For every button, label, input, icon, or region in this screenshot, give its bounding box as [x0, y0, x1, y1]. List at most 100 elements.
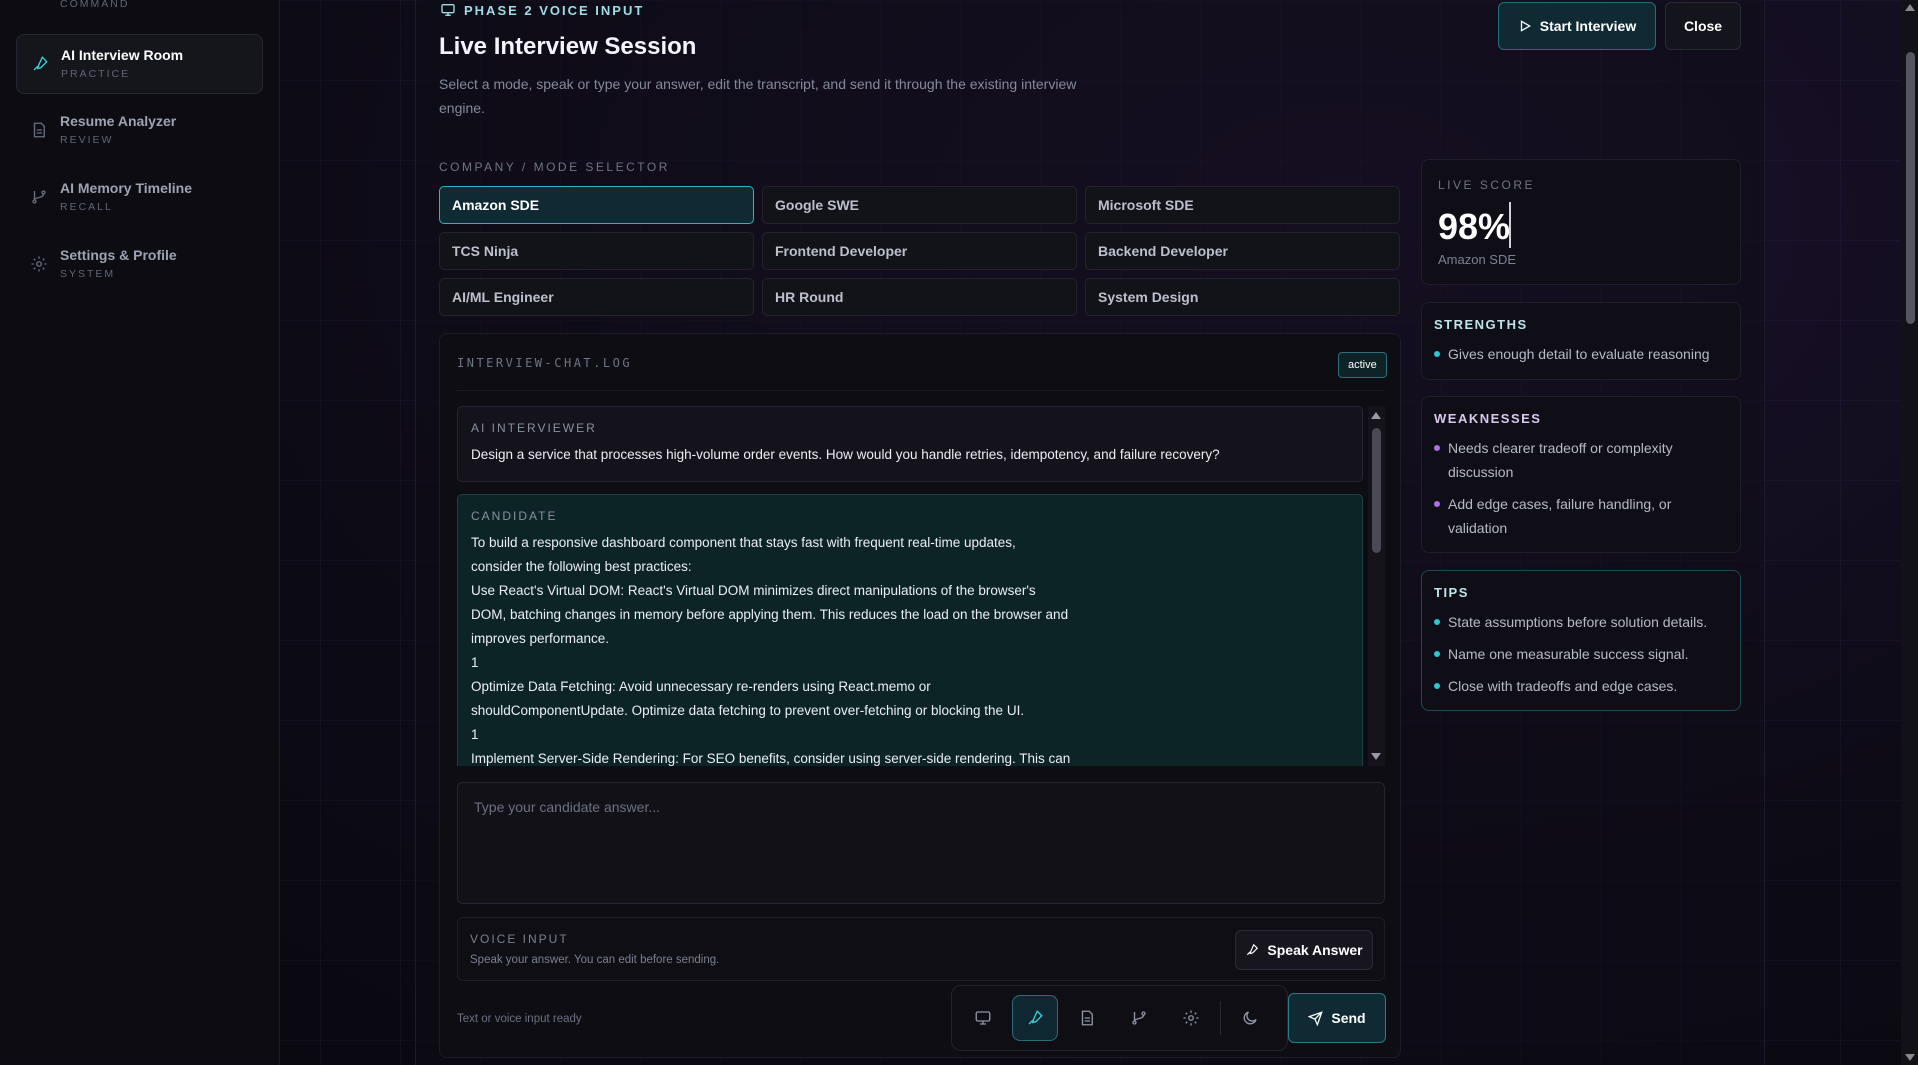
status-badge: active [1338, 352, 1387, 378]
mode-option-tcs-ninja[interactable]: TCS Ninja [439, 232, 754, 270]
chat-scroll-thumb[interactable] [1372, 428, 1381, 553]
interview-chat-panel: INTERVIEW-CHAT.LOG active AI INTERVIEWER… [439, 333, 1401, 1058]
send-icon [1308, 1010, 1324, 1026]
chat-log-title: INTERVIEW-CHAT.LOG [457, 356, 633, 370]
message-role: CANDIDATE [471, 509, 558, 523]
sidebar-item-label: Resume Analyzer [60, 113, 177, 129]
mode-option-hr-round[interactable]: HR Round [762, 278, 1077, 316]
microphone-icon [1247, 943, 1259, 956]
app-root: COMMAND AI Interview Room PRACTICE Resum… [0, 0, 1918, 1065]
mode-option-frontend-developer[interactable]: Frontend Developer [762, 232, 1077, 270]
mode-option-google-swe[interactable]: Google SWE [762, 186, 1077, 224]
voice-input-title: VOICE INPUT [470, 932, 569, 946]
live-score-card: LIVE SCORE 98% Amazon SDE [1421, 159, 1741, 285]
page-scroll-thumb[interactable] [1906, 52, 1915, 324]
dock-theme-button[interactable] [1227, 995, 1273, 1041]
mode-option-backend-developer[interactable]: Backend Developer [1085, 232, 1400, 270]
sidebar-item-sub: RECALL [60, 201, 113, 213]
mode-option-system-design[interactable]: System Design [1085, 278, 1400, 316]
sidebar-item-label: AI Interview Room [61, 47, 184, 63]
scroll-down-icon[interactable] [1371, 753, 1381, 760]
live-score-mode: Amazon SDE [1438, 252, 1517, 267]
mode-option-microsoft-sde[interactable]: Microsoft SDE [1085, 186, 1400, 224]
dock-document-button[interactable] [1064, 995, 1110, 1041]
sidebar-item-ai-interview-room[interactable]: AI Interview Room PRACTICE [16, 34, 263, 94]
document-icon [1081, 1010, 1093, 1026]
weaknesses-card: WEAKNESSES Needs clearer tradeoff or com… [1421, 396, 1741, 553]
sidebar-item-sub: PRACTICE [61, 68, 131, 80]
phase-text: PHASE 2 VOICE INPUT [464, 2, 645, 18]
strengths-title: STRENGTHS [1434, 317, 1528, 332]
page-title: Live Interview Session [439, 33, 697, 60]
page-scrollbar[interactable] [1901, 0, 1918, 1065]
sidebar-item-resume-analyzer[interactable]: Resume Analyzer REVIEW [16, 101, 263, 161]
chat-divider [457, 390, 1385, 391]
close-button[interactable]: Close [1665, 2, 1741, 50]
mode-selector-label: COMPANY / MODE SELECTOR [439, 160, 670, 174]
microphone-icon [33, 56, 48, 71]
start-interview-button[interactable]: Start Interview [1498, 2, 1656, 50]
weaknesses-title: WEAKNESSES [1434, 411, 1542, 426]
sidebar-item-label: Settings & Profile [60, 247, 177, 263]
monitor-icon [441, 3, 455, 16]
tips-title: TIPS [1434, 585, 1469, 600]
sidebar-item-settings-profile[interactable]: Settings & Profile SYSTEM [16, 235, 263, 295]
gear-icon [31, 256, 47, 272]
start-interview-label: Start Interview [1539, 18, 1637, 34]
send-button[interactable]: Send [1288, 993, 1386, 1043]
sidebar-item-sub: SYSTEM [60, 268, 116, 280]
chat-log[interactable]: AI INTERVIEWER Design a service that pro… [457, 406, 1363, 766]
monitor-icon [975, 1011, 991, 1025]
microphone-icon [1028, 1010, 1043, 1025]
strengths-list: Gives enough detail to evaluate reasonin… [1434, 342, 1728, 366]
live-score-label: LIVE SCORE [1438, 178, 1536, 192]
input-status-text: Text or voice input ready [457, 1013, 582, 1025]
scroll-down-icon[interactable] [1905, 1054, 1915, 1061]
play-icon [1520, 20, 1531, 32]
tips-card: TIPS State assumptions before solution d… [1421, 570, 1741, 711]
message-role: AI INTERVIEWER [471, 421, 597, 435]
send-label: Send [1331, 1010, 1366, 1026]
git-branch-icon [32, 190, 46, 204]
chat-scrollbar[interactable] [1368, 406, 1385, 766]
dock-git-branch-button[interactable] [1116, 995, 1162, 1041]
strengths-card: STRENGTHS Gives enough detail to evaluat… [1421, 302, 1741, 380]
message-ai-interviewer: AI INTERVIEWER Design a service that pro… [457, 406, 1363, 482]
weaknesses-list: Needs clearer tradeoff or complexity dis… [1434, 436, 1728, 540]
sidebar-item-label: AI Memory Timeline [60, 180, 193, 196]
dock-separator [1220, 1001, 1221, 1035]
scroll-up-icon[interactable] [1905, 4, 1915, 11]
git-branch-icon [1132, 1011, 1146, 1025]
speak-answer-label: Speak Answer [1267, 942, 1363, 958]
message-candidate: CANDIDATE To build a responsive dashboar… [457, 494, 1363, 766]
list-item: Needs clearer tradeoff or complexity dis… [1434, 436, 1728, 484]
sidebar-item-command[interactable]: COMMAND [16, 0, 263, 24]
list-item: Gives enough detail to evaluate reasonin… [1434, 342, 1728, 366]
scroll-up-icon[interactable] [1371, 412, 1381, 419]
mode-option-ai-ml-engineer[interactable]: AI/ML Engineer [439, 278, 754, 316]
list-item: Name one measurable success signal. [1434, 642, 1728, 666]
mode-option-amazon-sde[interactable]: Amazon SDE [439, 186, 754, 224]
sidebar-item-sub: COMMAND [60, 0, 130, 10]
dock-microphone-button[interactable] [1012, 995, 1058, 1041]
message-text: To build a responsive dashboard componen… [471, 535, 1071, 766]
speak-answer-button[interactable]: Speak Answer [1235, 930, 1373, 970]
moon-icon [1243, 1011, 1257, 1025]
document-icon [33, 122, 45, 138]
message-text: Design a service that processes high-vol… [471, 447, 1220, 462]
phase-label: PHASE 2 VOICE INPUT [440, 2, 644, 18]
sidebar-item-sub: REVIEW [60, 134, 114, 146]
tips-list: State assumptions before solution detail… [1434, 610, 1728, 698]
dock-monitor-button[interactable] [960, 995, 1006, 1041]
sidebar-item-ai-memory-timeline[interactable]: AI Memory Timeline RECALL [16, 168, 263, 228]
page-subtitle: Select a mode, speak or type your answer… [439, 76, 1077, 116]
list-item: Add edge cases, failure handling, or val… [1434, 492, 1728, 540]
voice-input-hint: Speak your answer. You can edit before s… [470, 954, 720, 966]
voice-input-panel: VOICE INPUT Speak your answer. You can e… [457, 917, 1385, 981]
candidate-answer-input[interactable] [457, 782, 1385, 904]
gear-icon [1183, 1010, 1199, 1026]
bottom-dock [951, 985, 1288, 1051]
sidebar: COMMAND AI Interview Room PRACTICE Resum… [0, 0, 280, 1065]
dock-settings-button[interactable] [1168, 995, 1214, 1041]
command-icon [30, 0, 48, 2]
